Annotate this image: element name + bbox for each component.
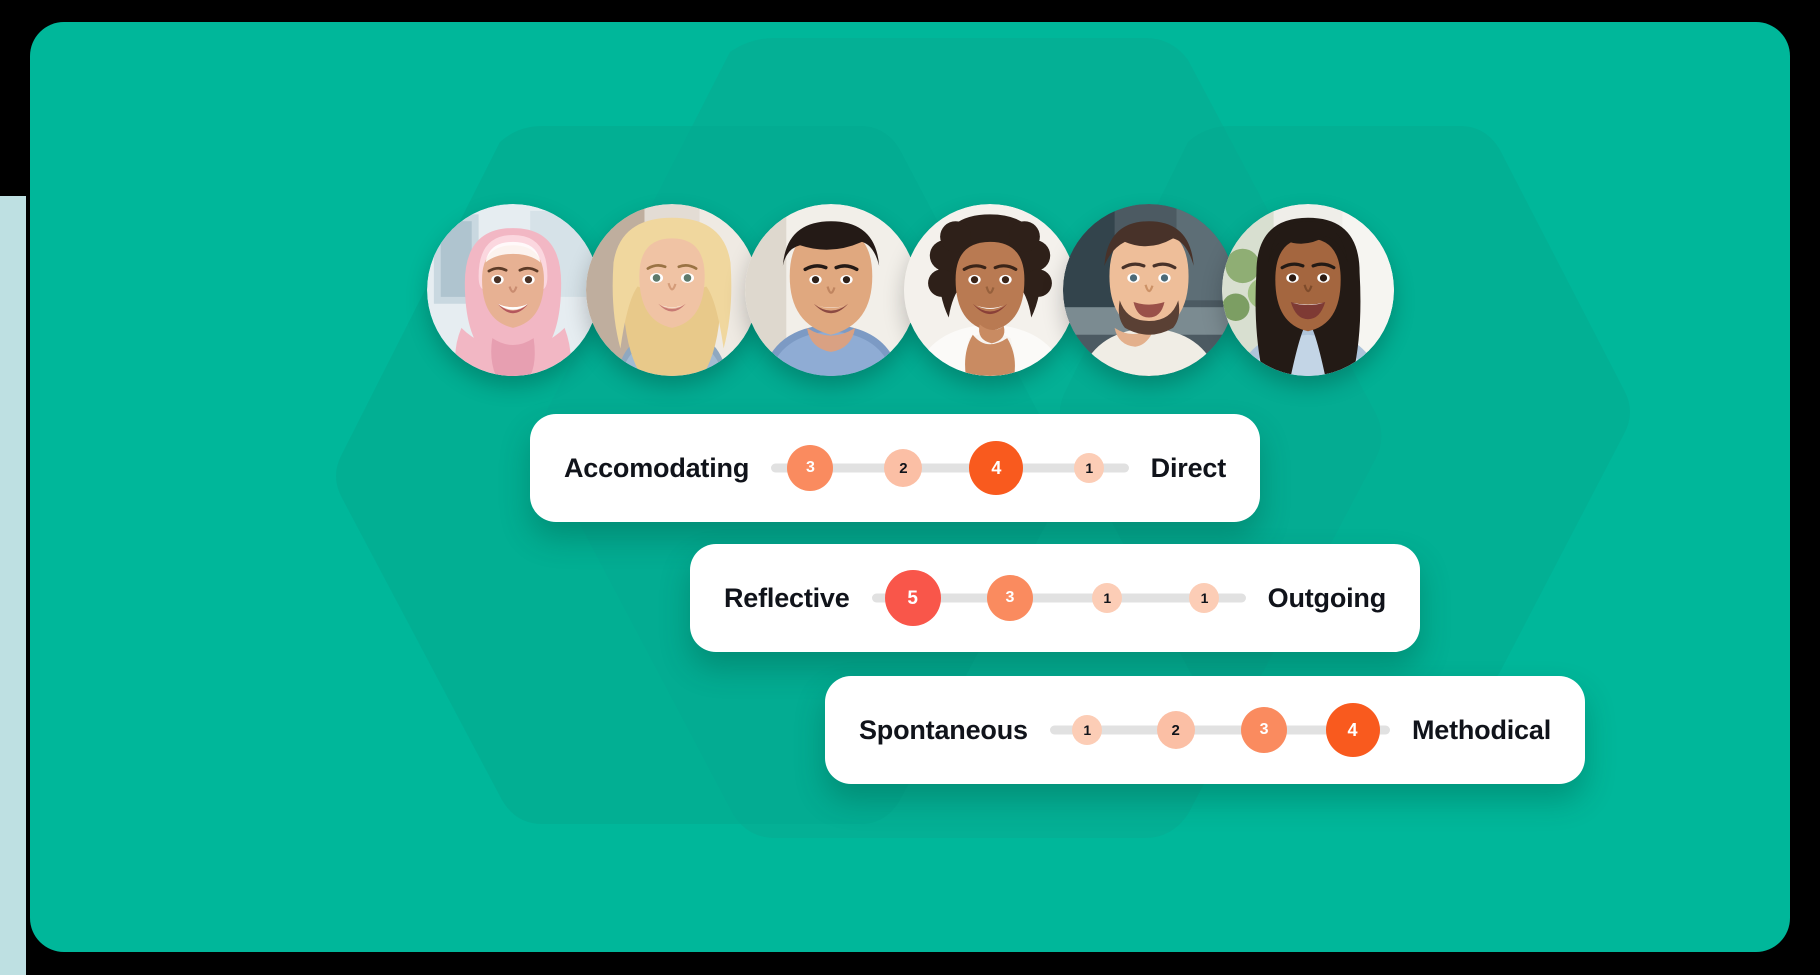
rating-dot[interactable]: 3 bbox=[1241, 707, 1288, 753]
team-avatar-row bbox=[30, 204, 1790, 376]
rating-dot[interactable]: 2 bbox=[884, 449, 923, 487]
spectrum-right-label-0: Direct bbox=[1150, 452, 1227, 483]
avatar-2[interactable] bbox=[585, 204, 758, 376]
rating-dot[interactable]: 4 bbox=[969, 441, 1024, 495]
rating-dot[interactable]: 1 bbox=[1092, 583, 1123, 613]
spectrum-slider-0[interactable]: 3 2 4 1 bbox=[771, 440, 1129, 496]
avatar-1[interactable] bbox=[426, 204, 599, 376]
slider-dots-0: 3 2 4 1 bbox=[771, 440, 1129, 496]
avatar-5[interactable] bbox=[1062, 204, 1235, 376]
left-edge-blue-strip-lower bbox=[0, 557, 26, 975]
rating-dot[interactable]: 1 bbox=[1189, 583, 1220, 613]
spectrum-card-reflective-outgoing[interactable]: Reflective 53 1 1 Outgoing bbox=[690, 544, 1420, 652]
rating-dot[interactable]: 1 bbox=[1072, 715, 1103, 745]
spectrum-slider-2[interactable]: 1 2 34 bbox=[1049, 702, 1390, 758]
rating-dot[interactable]: 2 bbox=[1156, 711, 1195, 749]
spectrum-left-label-1: Reflective bbox=[724, 582, 850, 613]
teal-panel: Accomodating 3241 Direct Reflective 5311… bbox=[30, 22, 1790, 952]
avatar-4[interactable] bbox=[903, 204, 1076, 376]
spectrum-left-label-0: Accomodating bbox=[564, 452, 750, 483]
rating-dot[interactable]: 1 bbox=[1074, 453, 1105, 483]
spectrum-left-label-2: Spontaneous bbox=[859, 714, 1028, 745]
screenshot-root: Accomodating 3241 Direct Reflective 5311… bbox=[0, 0, 1820, 975]
spectrum-right-label-2: Methodical bbox=[1411, 714, 1551, 745]
spectrum-right-label-1: Outgoing bbox=[1267, 582, 1387, 613]
rating-dot[interactable]: 5 bbox=[884, 570, 941, 626]
slider-dots-1: 53 1 1 bbox=[872, 570, 1246, 626]
rating-dot[interactable]: 3 bbox=[787, 445, 834, 491]
spectrum-card-accomodating-direct[interactable]: Accomodating 3 2 4 1 Direct bbox=[530, 414, 1260, 522]
rating-dot[interactable]: 4 bbox=[1325, 703, 1380, 757]
spectrum-card-spontaneous-methodical[interactable]: Spontaneous 1 2 34 Methodical bbox=[825, 676, 1585, 784]
avatar-6[interactable] bbox=[1221, 204, 1394, 376]
avatar-3[interactable] bbox=[744, 204, 917, 376]
spectrum-slider-1[interactable]: 53 1 1 bbox=[871, 570, 1246, 626]
left-edge-blue-strip-upper bbox=[0, 196, 26, 596]
rating-dot[interactable]: 3 bbox=[986, 575, 1033, 621]
slider-dots-2: 1 2 34 bbox=[1050, 702, 1390, 758]
